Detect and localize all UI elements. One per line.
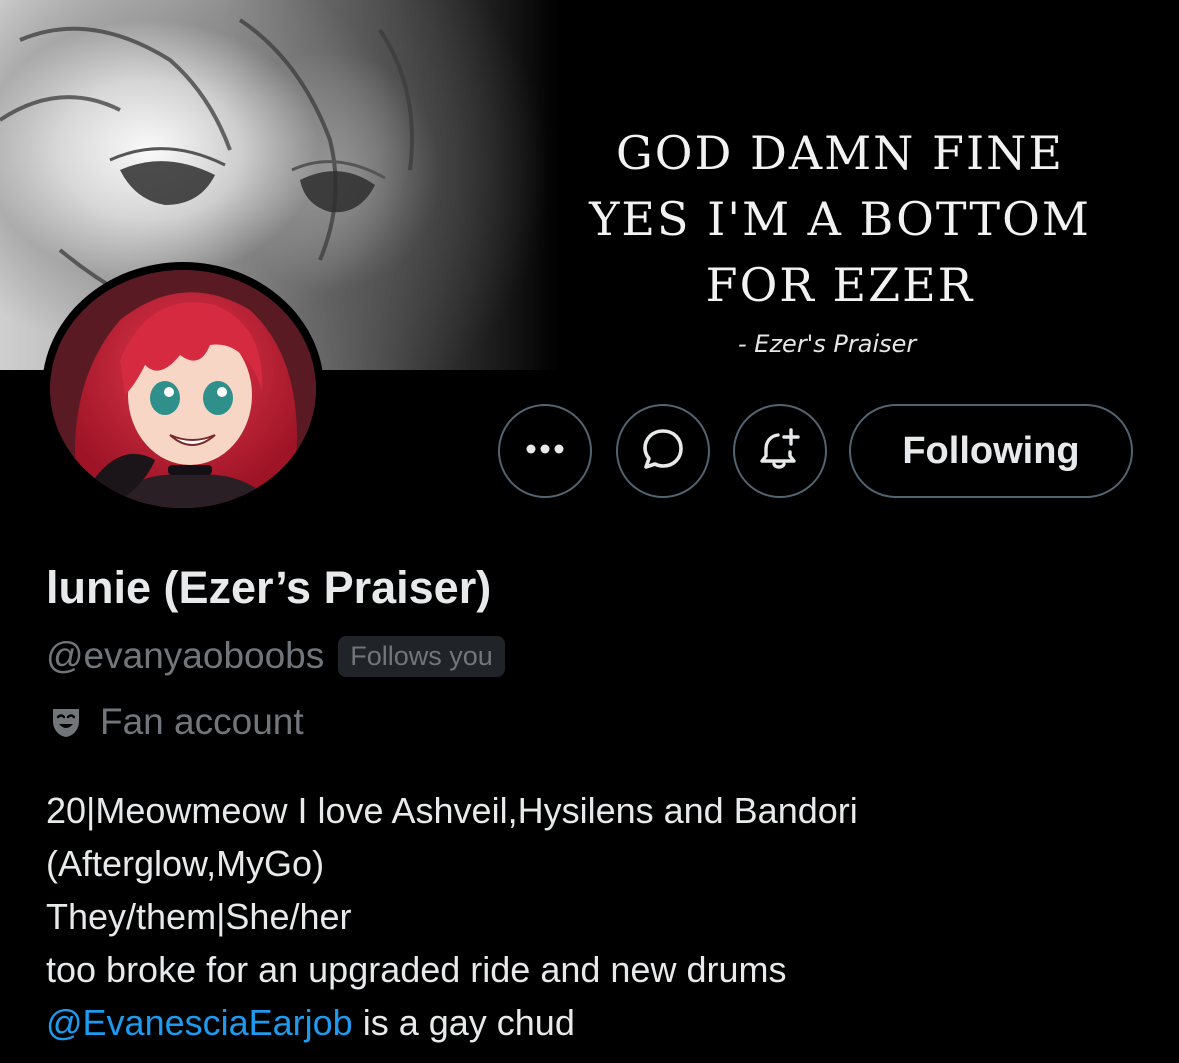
banner-quote-line: FOR EZER — [705, 258, 975, 312]
notifications-button[interactable] — [733, 404, 827, 498]
bio-line: They/them|She/her — [46, 896, 352, 937]
bell-plus-icon — [757, 426, 803, 477]
more-button[interactable] — [498, 404, 592, 498]
more-horizontal-icon — [525, 442, 565, 460]
following-button[interactable]: Following — [849, 404, 1133, 498]
avatar-image — [50, 270, 316, 508]
profile-bio: 20|Meowmeow I love Ashveil,Hysilens and … — [46, 784, 1156, 1049]
bio-line: too broke for an upgraded ride and new d… — [46, 949, 787, 990]
avatar[interactable] — [42, 262, 324, 516]
theater-masks-icon — [46, 702, 86, 742]
bio-line: @EvanesciaEarjob is a gay chud — [46, 996, 1156, 1049]
handle-row: @evanyaoboobs Follows you — [46, 634, 505, 678]
banner-quote: GOD DAMN FINE YES I'M A BOTTOM FOR EZER — [520, 120, 1160, 318]
banner-attribution: - Ezer's Praiser — [738, 330, 917, 358]
banner-quote-line: GOD DAMN FINE — [616, 126, 1064, 180]
banner-quote-line: YES I'M A BOTTOM — [589, 192, 1091, 246]
bio-line: (Afterglow,MyGo) — [46, 843, 325, 884]
follows-you-badge: Follows you — [338, 635, 505, 677]
profile-category: Fan account — [46, 698, 304, 746]
bio-text: is a gay chud — [352, 1002, 575, 1043]
message-bubble-icon — [640, 426, 686, 477]
category-label: Fan account — [100, 701, 304, 742]
bio-line: 20|Meowmeow I love Ashveil,Hysilens and … — [46, 790, 858, 831]
user-handle[interactable]: @evanyaoboobs — [46, 635, 324, 677]
bio-mention-link[interactable]: @EvanesciaEarjob — [46, 1002, 353, 1043]
message-button[interactable] — [616, 404, 710, 498]
display-name: lunie (Ezer’s Praiser) — [46, 562, 492, 613]
